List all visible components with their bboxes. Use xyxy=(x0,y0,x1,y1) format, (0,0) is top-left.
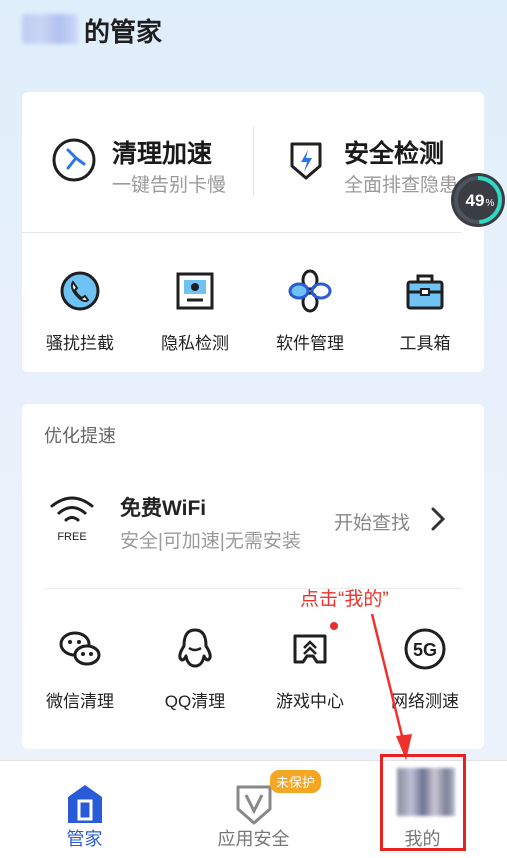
item-label: 网络测速 xyxy=(391,692,459,711)
item-label: 微信清理 xyxy=(46,692,114,711)
app-shield-icon xyxy=(236,785,271,825)
clean-speed-feature[interactable]: 清理加速 一键告别卡慢 xyxy=(22,122,242,202)
divider xyxy=(44,588,462,589)
app-manage-icon xyxy=(288,269,332,313)
page-title: 的管家 xyxy=(84,17,163,47)
gauge-unit: % xyxy=(486,198,495,209)
status-badge: 未保护 xyxy=(270,770,322,793)
wifi-icon: FREE xyxy=(50,496,94,543)
tab-home[interactable]: 管家 xyxy=(0,761,169,858)
tool-label: 骚扰拦截 xyxy=(46,334,114,353)
home-manager-icon xyxy=(67,785,102,823)
annotation-text: 点击“我的” xyxy=(300,589,389,610)
tool-label: 软件管理 xyxy=(276,334,344,353)
free-wifi-row[interactable]: FREE 免费WiFi 安全|可加速|无需安装 开始查找 xyxy=(22,474,484,564)
feature-title: 安全检测 xyxy=(344,140,445,168)
tab-label: 应用安全 xyxy=(217,829,290,849)
section-title: 优化提速 xyxy=(44,426,116,446)
notification-dot xyxy=(330,622,338,630)
tool-label: 隐私检测 xyxy=(161,334,229,353)
speed-clean-icon xyxy=(52,138,96,182)
tool-privacy-check[interactable]: 隐私检测 xyxy=(140,268,250,354)
item-wechat-clean[interactable]: 微信清理 xyxy=(25,626,135,712)
gauge-value: 49 xyxy=(466,191,485,210)
wifi-title: 免费WiFi xyxy=(120,497,207,520)
wifi-action: 开始查找 xyxy=(334,513,411,534)
5g-icon: 5G xyxy=(404,628,446,670)
wechat-icon xyxy=(59,631,101,666)
highlight-box xyxy=(380,754,466,851)
security-check-feature[interactable]: 安全检测 全面排查隐患 xyxy=(254,122,474,202)
item-network-speed[interactable]: 5G 网络测速 xyxy=(370,626,480,712)
chevron-right-icon xyxy=(431,507,446,531)
tab-label: 管家 xyxy=(66,829,103,849)
5g-icon-text: 5G xyxy=(413,640,437,660)
feature-subtitle: 全面排查隐患 xyxy=(344,175,459,196)
item-qq-clean[interactable]: QQ清理 xyxy=(140,626,250,712)
header: 的管家 xyxy=(0,0,507,70)
wifi-icon-label: FREE xyxy=(57,531,86,543)
phone-block-icon xyxy=(60,271,100,311)
tool-app-manage[interactable]: 软件管理 xyxy=(255,268,365,354)
item-game-center[interactable]: 游戏中心 xyxy=(255,626,365,712)
item-label: QQ清理 xyxy=(164,692,226,711)
optimize-card: 优化提速 FREE 免费WiFi 安全|可加速|无需安装 开始查找 微信清理 Q… xyxy=(22,404,484,749)
qq-penguin-icon xyxy=(178,628,212,668)
feature-title: 清理加速 xyxy=(112,140,213,168)
feature-subtitle: 一键告别卡慢 xyxy=(112,175,227,196)
memory-gauge[interactable]: 49 % xyxy=(450,172,506,228)
security-shield-icon xyxy=(290,142,322,180)
item-label: 游戏中心 xyxy=(276,692,344,711)
blurred-username xyxy=(22,14,78,44)
tool-toolbox[interactable]: 工具箱 xyxy=(370,268,480,354)
toolbox-icon xyxy=(406,274,444,310)
wifi-subtitle: 安全|可加速|无需安装 xyxy=(120,531,301,552)
privacy-scan-icon xyxy=(176,272,214,310)
tool-label: 工具箱 xyxy=(399,334,451,353)
main-feature-card: 清理加速 一键告别卡慢 安全检测 全面排查隐患 骚扰拦截 隐私检测 软件管理 工… xyxy=(22,92,484,372)
divider xyxy=(22,232,462,233)
tool-phone-block[interactable]: 骚扰拦截 xyxy=(25,268,135,354)
game-center-icon xyxy=(293,634,327,664)
